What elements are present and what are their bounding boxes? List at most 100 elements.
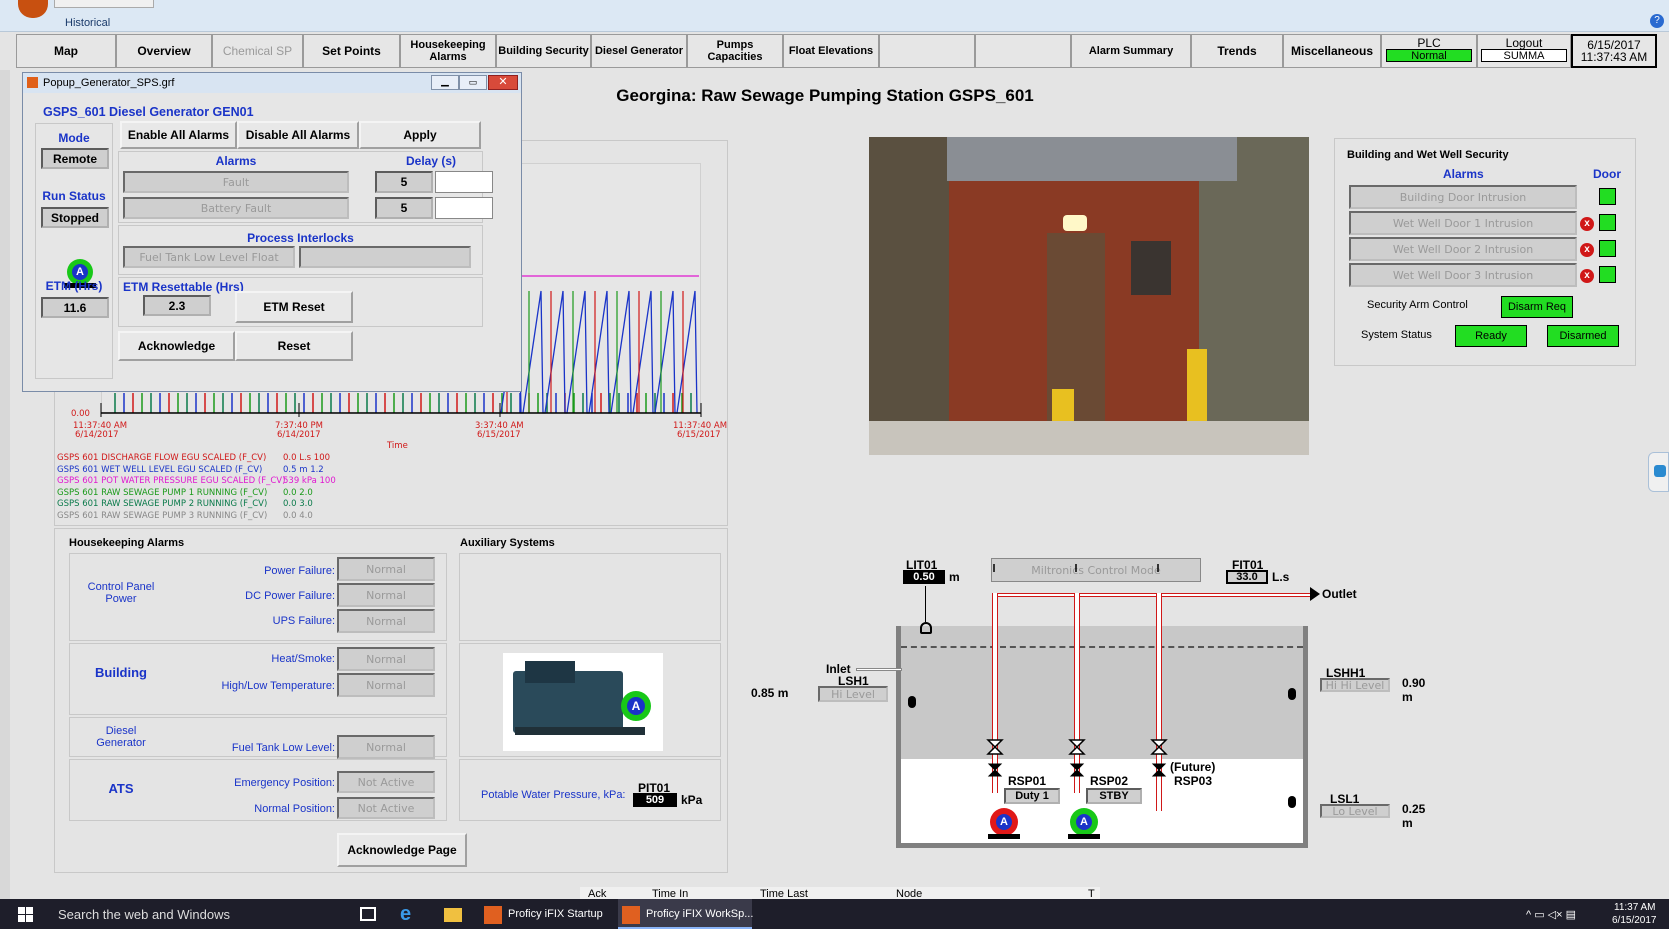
nav-miscellaneous[interactable]: Miscellaneous — [1283, 34, 1381, 68]
alarm-col-time-last[interactable]: Time Last — [760, 888, 808, 899]
task-view-icon[interactable] — [360, 907, 376, 921]
nav-blank-2[interactable] — [975, 34, 1071, 68]
minimize-button[interactable]: ▁ — [431, 75, 459, 90]
fault-delay[interactable]: 5 — [375, 171, 433, 193]
heat-smoke-label: Heat/Smoke: — [271, 653, 335, 665]
temperature-label: High/Low Temperature: — [221, 680, 335, 692]
disable-all-alarms-button[interactable]: Disable All Alarms — [237, 121, 359, 149]
group-label-diesel: Diesel Generator — [96, 725, 146, 749]
wet-well-door2-indicator — [1599, 240, 1616, 257]
side-panel-tab[interactable] — [1648, 452, 1669, 492]
reset-button[interactable]: Reset — [235, 331, 353, 361]
interlock-blank[interactable] — [299, 246, 471, 268]
taskbar-search[interactable]: Search the web and Windows — [58, 907, 230, 922]
trend-legend-name: GSPS 601 DISCHARGE FLOW EGU SCALED (F_CV… — [57, 453, 267, 463]
pump-rsp01-icon[interactable]: A — [988, 808, 1020, 840]
fault-delay-input[interactable] — [435, 171, 493, 193]
edge-icon[interactable]: e — [400, 903, 411, 926]
wet-well-door3-intrusion[interactable]: Wet Well Door 3 Intrusion — [1349, 263, 1577, 287]
battery-fault-delay-input[interactable] — [435, 197, 493, 219]
wet-well-door1-indicator — [1599, 214, 1616, 231]
housekeeping-title: Housekeeping Alarms — [69, 537, 185, 549]
acknowledge-page-button[interactable]: Acknowledge Page — [337, 833, 467, 867]
trend-legend-value: 539 kPa 100 — [283, 476, 336, 486]
trend-legend-name: GSPS 601 WET WELL LEVEL EGU SCALED (F_CV… — [57, 464, 263, 475]
window-titlebar: Historical ? — [0, 0, 1669, 32]
nav-blank-1[interactable] — [879, 34, 975, 68]
taskbar-app-ifix-startup[interactable]: Proficy iFIX Startup — [482, 899, 612, 929]
pump-rsp03-state: (Future) — [1170, 760, 1216, 774]
pump-rsp02-icon[interactable]: A — [1068, 808, 1100, 840]
fuel-tank-interlock[interactable]: Fuel Tank Low Level Float — [123, 246, 295, 268]
nav-diesel-generator[interactable]: Diesel Generator — [591, 34, 687, 68]
pump-rsp02-tag: RSP02 — [1090, 774, 1129, 788]
start-button[interactable] — [18, 907, 34, 923]
alarm-col-ack[interactable]: Ack — [588, 888, 606, 899]
ifix-icon — [622, 906, 640, 924]
trend-legend-name: GSPS 601 POT WATER PRESSURE EGU SCALED (… — [57, 476, 286, 486]
power-failure-status: Normal — [337, 557, 435, 581]
alarm-col-node[interactable]: Node — [896, 888, 922, 899]
pit-value: 509 — [633, 793, 677, 807]
trend-legend-name: GSPS 601 RAW SEWAGE PUMP 3 RUNNING (F_CV… — [57, 510, 268, 521]
building-door-indicator — [1599, 188, 1616, 205]
etm-reset-button[interactable]: ETM Reset — [235, 291, 353, 323]
plc-status-badge: Normal — [1386, 49, 1472, 62]
nav-float-elevations[interactable]: Float Elevations — [783, 34, 879, 68]
emergency-position-status: Not Active — [337, 771, 435, 793]
security-alarms-label: Alarms — [1443, 167, 1484, 181]
acknowledge-button[interactable]: Acknowledge — [118, 331, 235, 361]
page-title: Georgina: Raw Sewage Pumping Station GSP… — [616, 86, 1034, 105]
taskbar-date[interactable]: 6/15/2017 — [1612, 915, 1657, 926]
nav-set-points[interactable]: Set Points — [303, 34, 400, 68]
group-label-ats: ATS — [108, 781, 134, 796]
taskbar-time[interactable]: 11:37 AM — [1614, 902, 1656, 913]
nav-alarm-summary[interactable]: Alarm Summary — [1071, 34, 1191, 68]
nav-housekeeping-alarms[interactable]: Housekeeping Alarms — [400, 34, 496, 68]
explorer-icon[interactable] — [444, 908, 462, 922]
popup-heading: GSPS_601 Diesel Generator GEN01 — [43, 105, 254, 119]
dc-power-failure-label: DC Power Failure: — [245, 590, 335, 602]
nav-overview[interactable]: Overview — [116, 34, 212, 68]
trend-legend-entry: GSPS 601 RAW SEWAGE PUMP 2 RUNNING (F_CV… — [57, 499, 313, 509]
building-door-intrusion[interactable]: Building Door Intrusion — [1349, 185, 1577, 209]
lsl-lo-level: Lo Level — [1320, 804, 1390, 818]
app-icon[interactable] — [18, 0, 48, 18]
popup-title: Popup_Generator_SPS.grf — [43, 77, 175, 89]
battery-fault-delay[interactable]: 5 — [375, 197, 433, 219]
nav-trends[interactable]: Trends — [1191, 34, 1283, 68]
taskbar-app-ifix-workspace[interactable]: Proficy iFIX WorkSp... — [618, 899, 753, 929]
plc-status-panel: PLC Normal — [1381, 34, 1477, 68]
restore-button[interactable]: ▭ — [459, 75, 487, 90]
etm-value: 11.6 — [41, 297, 109, 318]
nav-bar: Map Overview Chemical SP Set Points Hous… — [16, 34, 1657, 68]
trend-legend-entry: GSPS 601 RAW SEWAGE PUMP 3 RUNNING (F_CV… — [57, 510, 313, 521]
wet-well-door3-indicator — [1599, 266, 1616, 283]
nav-pumps-capacities[interactable]: Pumps Capacities — [687, 34, 783, 68]
building-photo — [869, 137, 1309, 455]
nav-chemical-sp[interactable]: Chemical SP — [212, 34, 303, 68]
close-button[interactable]: ✕ — [488, 75, 518, 90]
power-failure-label: Power Failure: — [264, 565, 335, 577]
nav-building-security[interactable]: Building Security — [496, 34, 591, 68]
disarm-request-button[interactable]: Disarm Req — [1501, 296, 1573, 318]
wet-well-door2-intrusion[interactable]: Wet Well Door 2 Intrusion — [1349, 237, 1577, 261]
lshh-level: 0.90 m — [1402, 676, 1426, 704]
battery-fault-alarm[interactable]: Battery Fault — [123, 197, 349, 219]
nav-map[interactable]: Map — [16, 34, 116, 68]
tray-icons[interactable]: ^ ▭ ◁× ▤ — [1526, 908, 1576, 921]
heat-smoke-status: Normal — [337, 647, 435, 671]
alarm-col-time-in[interactable]: Time In — [652, 888, 688, 899]
apply-button[interactable]: Apply — [359, 121, 481, 149]
security-panel: Building and Wet Well Security Alarms Do… — [1334, 138, 1636, 366]
logout-panel[interactable]: Logout SUMMA — [1477, 34, 1571, 68]
help-icon[interactable]: ? — [1650, 14, 1664, 28]
fault-alarm[interactable]: Fault — [123, 171, 349, 193]
popup-app-icon — [27, 77, 38, 88]
alarm-col-t[interactable]: T — [1088, 888, 1095, 899]
security-door-label: Door — [1593, 167, 1621, 181]
pump-rsp01-state: Duty 1 — [1004, 788, 1060, 804]
enable-all-alarms-button[interactable]: Enable All Alarms — [120, 121, 237, 149]
wet-well-door1-intrusion[interactable]: Wet Well Door 1 Intrusion — [1349, 211, 1577, 235]
logout-button[interactable]: Logout — [1506, 37, 1543, 49]
